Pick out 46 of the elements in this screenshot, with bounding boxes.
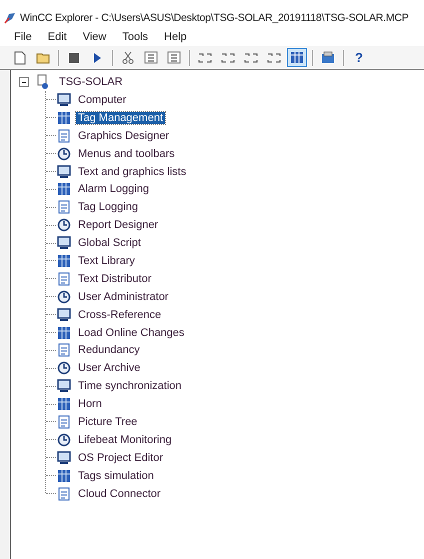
tree-item[interactable]: Horn [76, 398, 104, 410]
tree-item[interactable]: Graphics Designer [76, 130, 172, 142]
stop-icon [68, 52, 80, 64]
grid-icon [267, 52, 281, 64]
help-button[interactable]: ? [349, 48, 369, 67]
tree-item[interactable]: Alarm Logging [76, 183, 151, 196]
collapse-toggle[interactable] [19, 77, 29, 87]
tree-item[interactable]: Tag Management [76, 112, 165, 124]
pen-icon [4, 12, 16, 24]
tree-item[interactable]: TSG-SOLAR [57, 76, 125, 88]
tree-item[interactable]: Cross-Reference [76, 308, 164, 321]
tree-item[interactable]: Time synchronization [76, 380, 184, 392]
scissors-icon [122, 51, 134, 64]
list-icon [144, 51, 158, 64]
tree-item[interactable]: OS Project Editor [76, 452, 165, 464]
tree-item[interactable]: Lifebeat Monitoring [76, 434, 174, 446]
grid-icon [221, 52, 235, 64]
list-icon [167, 51, 181, 64]
tree-item[interactable]: Text Library [76, 254, 137, 267]
play-icon [92, 52, 102, 64]
menu-item[interactable]: Tools [122, 31, 148, 43]
tree-item[interactable]: Menus and toolbars [76, 148, 177, 160]
open-folder-icon [36, 51, 50, 64]
tree-item[interactable]: Report Designer [76, 219, 160, 232]
grid-icon [244, 52, 258, 64]
menu-item[interactable]: Edit [48, 31, 67, 43]
grid-icon [198, 52, 212, 64]
window-title: WinCC Explorer - C:\Users\ASUS\Desktop\TSG-SOLAR_20191118\TSG-SOLAR.MCP [20, 12, 409, 24]
tree-item[interactable]: Computer [76, 94, 128, 106]
tree-item[interactable]: Redundancy [76, 344, 142, 356]
tree-item[interactable]: User Archive [76, 362, 142, 374]
new-file-icon [14, 50, 26, 64]
menu-item[interactable]: View [82, 31, 106, 43]
toolbar-button[interactable] [287, 48, 307, 67]
tree-item[interactable]: Tag Logging [76, 201, 140, 214]
tree-item[interactable]: User Administrator [76, 290, 170, 303]
menu-item[interactable]: Help [164, 31, 187, 43]
tree-item[interactable]: Cloud Connector [76, 488, 163, 500]
tree-item[interactable]: Picture Tree [76, 416, 140, 428]
tree-item[interactable]: Text and graphics lists [76, 166, 188, 178]
tree-item[interactable]: Text Distributor [76, 272, 154, 285]
properties-icon [321, 51, 335, 64]
tree-item[interactable]: Load Online Changes [76, 326, 186, 339]
menu-item[interactable]: File [14, 31, 32, 43]
tree-item[interactable]: Global Script [76, 237, 143, 250]
tree-item[interactable]: Tags simulation [76, 470, 156, 482]
